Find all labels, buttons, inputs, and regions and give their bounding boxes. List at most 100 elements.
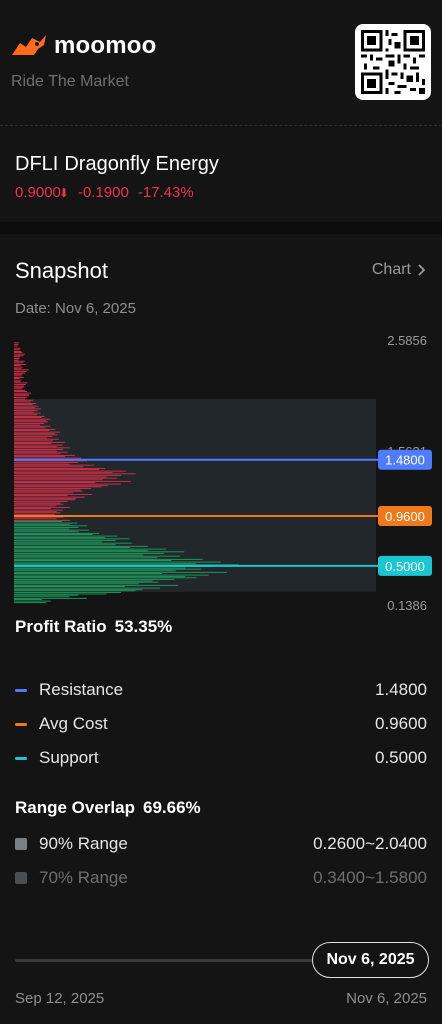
distribution-bar <box>14 538 130 540</box>
distribution-bar <box>14 597 87 599</box>
distribution-bar <box>14 555 180 557</box>
distribution-bar <box>14 586 125 587</box>
level-badge-label: 1.4800 <box>385 453 425 468</box>
profit-ratio-label: Profit Ratio <box>15 617 107 636</box>
range-70-checkbox[interactable] <box>15 872 27 884</box>
distribution-bar <box>14 418 51 420</box>
distribution-bar <box>14 428 56 430</box>
distribution-bar <box>14 373 23 375</box>
section-separator <box>0 222 442 234</box>
resistance-row: Resistance 1.4800 <box>15 678 427 702</box>
distribution-bar <box>14 436 53 437</box>
stock-prices: 0.9000⬇ -0.1900 -17.43% <box>15 184 194 201</box>
distribution-bar <box>14 441 66 443</box>
chart-link[interactable]: Chart <box>372 261 426 279</box>
distribution-bar <box>14 547 130 548</box>
profit-ratio: Profit Ratio 53.35% <box>15 617 172 637</box>
distribution-bar <box>14 424 40 426</box>
distribution-bar <box>14 451 68 453</box>
distribution-bar <box>14 583 139 585</box>
distribution-bar <box>14 420 47 422</box>
chip-distribution-chart: 2.58561.56210.13861.48000.96000.5000 <box>14 333 432 613</box>
brand-name: moomoo <box>54 32 157 59</box>
distribution-bar <box>14 576 186 578</box>
distribution-bar <box>14 483 122 485</box>
timeline-end-date: Nov 6, 2025 <box>346 990 427 1007</box>
distribution-bar <box>14 401 31 403</box>
distribution-bar <box>14 509 63 511</box>
range-90-checkbox[interactable] <box>15 838 27 850</box>
distribution-bar <box>14 584 179 586</box>
qr-code[interactable] <box>355 24 431 100</box>
distribution-bar <box>14 365 21 366</box>
distribution-bar <box>14 558 203 560</box>
range-70-label: 70% Range <box>39 868 128 887</box>
distribution-bar <box>14 552 164 554</box>
distribution-bar <box>14 574 209 576</box>
distribution-bar <box>14 405 39 407</box>
distribution-bar <box>14 415 45 417</box>
distribution-bar <box>14 557 158 559</box>
distribution-bar <box>14 411 35 413</box>
distribution-bar <box>14 443 51 444</box>
resistance-label: Resistance <box>39 680 124 699</box>
chevron-right-icon <box>418 264 426 276</box>
brand-tagline: Ride The Market <box>11 73 129 90</box>
snapshot-title: Snapshot <box>15 258 108 283</box>
distribution-bar <box>14 368 22 370</box>
distribution-bar <box>14 518 57 520</box>
distribution-bar <box>14 551 185 553</box>
distribution-bar <box>14 444 63 446</box>
support-label: Support <box>39 748 99 767</box>
stock-ticker: DFLI <box>15 153 59 175</box>
distribution-bar <box>14 369 29 371</box>
distribution-bar <box>14 356 21 358</box>
distribution-bar <box>14 512 61 514</box>
profit-ratio-value: 53.35% <box>114 617 173 636</box>
distribution-bar <box>14 578 175 580</box>
range-70-row[interactable]: 70% Range 0.3400~1.5800 <box>15 866 427 890</box>
distribution-bar <box>14 388 23 390</box>
distribution-bar <box>14 500 68 502</box>
y-axis-tick-label: 0.1386 <box>387 598 427 613</box>
distribution-bar <box>14 466 84 468</box>
chart-link-label: Chart <box>371 261 411 278</box>
distribution-bar <box>14 423 44 424</box>
resistance-value: 1.4800 <box>375 680 427 699</box>
distribution-bar <box>14 561 221 563</box>
distribution-bar <box>14 506 70 508</box>
distribution-bar <box>14 542 132 544</box>
distribution-bar <box>14 482 96 483</box>
distribution-bar <box>14 587 160 589</box>
distribution-bar <box>14 379 22 381</box>
distribution-bar <box>14 425 51 427</box>
distribution-bar <box>14 508 51 509</box>
stock-title: DFLI Dragonfly Energy <box>15 153 225 176</box>
distribution-bar <box>14 352 23 354</box>
distribution-bar <box>14 433 55 435</box>
distribution-bar <box>14 376 24 378</box>
distribution-bar <box>14 440 53 442</box>
distribution-bar <box>14 395 29 397</box>
distribution-bar <box>14 496 85 498</box>
support-legend-marker <box>15 756 27 760</box>
support-row: Support 0.5000 <box>15 746 427 770</box>
distribution-bar <box>14 581 159 583</box>
distribution-bar <box>14 524 70 526</box>
distribution-bar <box>14 600 51 602</box>
distribution-bar <box>14 571 227 573</box>
distribution-bar <box>14 372 26 374</box>
distribution-bar <box>14 397 27 398</box>
moomoo-logo: moomoo <box>10 32 157 60</box>
distribution-bar <box>14 343 19 345</box>
timeline-slider-handle[interactable]: Nov 6, 2025 <box>312 942 429 978</box>
distribution-bar <box>14 363 27 365</box>
distribution-bar <box>14 410 38 411</box>
distribution-bar <box>14 358 20 359</box>
app-header: moomoo Ride The Market <box>0 0 442 126</box>
range-90-row[interactable]: 90% Range 0.2600~2.0400 <box>15 832 427 856</box>
distribution-bar <box>14 391 27 392</box>
distribution-bar <box>14 480 131 482</box>
range-90-label: 90% Range <box>39 834 128 853</box>
distribution-bar <box>14 392 32 394</box>
